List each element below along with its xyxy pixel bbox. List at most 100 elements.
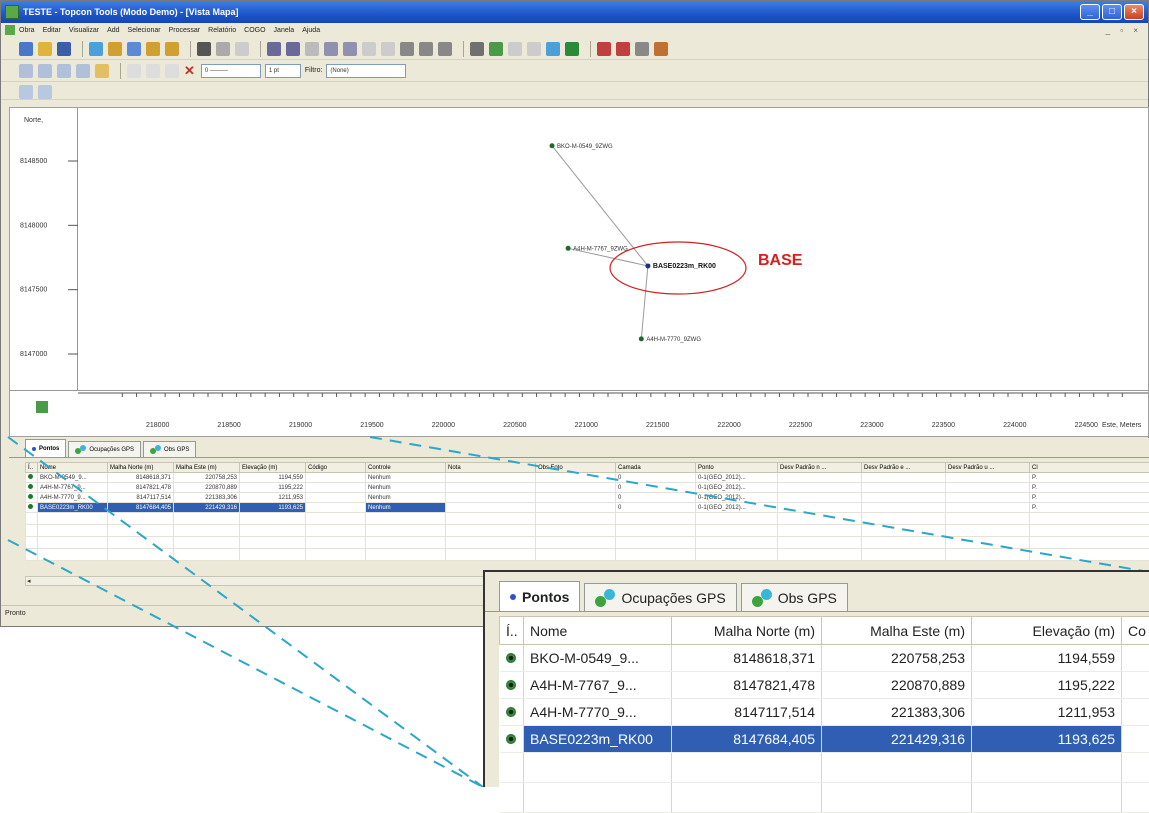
baseline-link[interactable]	[641, 266, 648, 339]
tabular-view-icon[interactable]	[508, 42, 522, 56]
cell-desv-padrao[interactable]	[862, 493, 946, 503]
select-line-icon[interactable]	[57, 64, 71, 78]
cell-este[interactable]: 221429,316	[822, 726, 972, 753]
cell-elev[interactable]: 1194,559	[240, 473, 306, 483]
column-header[interactable]: Co	[1122, 617, 1149, 645]
cell-codigo[interactable]	[1122, 726, 1149, 753]
cell-elev[interactable]: 1211,953	[240, 493, 306, 503]
undo-icon[interactable]	[216, 42, 230, 56]
column-header[interactable]: Malha Este (m)	[174, 463, 240, 473]
report-icon[interactable]	[635, 42, 649, 56]
cell-este[interactable]: 220758,253	[174, 473, 240, 483]
cell-codigo[interactable]	[1122, 672, 1149, 699]
zoom-in-icon[interactable]	[324, 42, 338, 56]
import-icon[interactable]	[89, 42, 103, 56]
cell-este[interactable]: 220870,889	[174, 483, 240, 493]
menu-add[interactable]: Add	[107, 27, 119, 34]
cell-desv-padrao[interactable]	[946, 493, 1030, 503]
column-header[interactable]: Código	[306, 463, 366, 473]
plan-view[interactable]: Norte, 8148500814800081475008147000 BKO-…	[9, 107, 1149, 437]
open-icon[interactable]	[38, 42, 52, 56]
scroll-left-arrow-icon[interactable]: ◂	[27, 577, 31, 585]
menu-obra[interactable]: Obra	[19, 27, 35, 34]
column-header[interactable]: Desv Padrão u ...	[946, 463, 1030, 473]
cell-cl[interactable]: P.	[1030, 503, 1149, 513]
cell-nota[interactable]	[446, 483, 536, 493]
cell-desv-padrao[interactable]	[862, 503, 946, 513]
table-row[interactable]: BASE0223m_RK008147684,405221429,3161193,…	[26, 503, 1149, 513]
cell-norte[interactable]: 8147684,405	[108, 503, 174, 513]
column-header[interactable]: Nome	[38, 463, 108, 473]
process-icon[interactable]	[597, 42, 611, 56]
cell-controle[interactable]: Nenhum	[366, 503, 446, 513]
cell-nome[interactable]: A4H-M-7770_9...	[524, 699, 672, 726]
survey-point[interactable]	[645, 263, 650, 268]
cell-obs_foto[interactable]	[536, 483, 616, 493]
column-header[interactable]: Desv Padrão n ...	[778, 463, 862, 473]
column-header[interactable]: Nome	[524, 617, 672, 645]
cell-codigo[interactable]	[306, 493, 366, 503]
cell-camada[interactable]: 0	[616, 473, 696, 483]
cell-nota[interactable]	[446, 503, 536, 513]
table-row[interactable]: BKO-M-0549_9...8148618,371220758,2531194…	[26, 473, 1149, 483]
cell-norte[interactable]: 8147117,514	[672, 699, 822, 726]
redo-icon[interactable]	[235, 42, 249, 56]
tab-pontos[interactable]: Pontos	[499, 581, 580, 611]
survey-point[interactable]	[639, 336, 644, 341]
occupation-view-icon[interactable]	[489, 42, 503, 56]
table-row[interactable]: A4H-M-7767_9...8147821,478220870,8891195…	[500, 672, 1149, 699]
cell-nome[interactable]: BKO-M-0549_9...	[524, 645, 672, 672]
cell-nota[interactable]	[446, 473, 536, 483]
cell-obs_foto[interactable]	[536, 493, 616, 503]
cell-desv-padrao[interactable]	[778, 493, 862, 503]
cell-ponto[interactable]: 0-1(GEO_2012)...	[696, 493, 778, 503]
cell-nota[interactable]	[446, 493, 536, 503]
menu-editar[interactable]: Editar	[43, 27, 61, 34]
download-icon[interactable]	[565, 42, 579, 56]
cell-desv-padrao[interactable]	[862, 473, 946, 483]
cell-codigo[interactable]	[1122, 699, 1149, 726]
column-header[interactable]: Controle	[366, 463, 446, 473]
menu-ajuda[interactable]: Ajuda	[302, 27, 320, 34]
arrow-tool-icon[interactable]	[19, 85, 33, 99]
cell-ponto[interactable]: 0-1(GEO_2012)...	[696, 473, 778, 483]
cell-nome[interactable]: BASE0223m_RK00	[524, 726, 672, 753]
draw-arc-icon[interactable]	[165, 64, 179, 78]
cell-controle[interactable]: Nenhum	[366, 483, 446, 493]
measure-icon[interactable]	[95, 64, 109, 78]
cell-desv-padrao[interactable]	[778, 483, 862, 493]
cell-elev[interactable]: 1193,625	[240, 503, 306, 513]
table-row[interactable]: A4H-M-7767_9...8147821,478220870,8891195…	[26, 483, 1149, 493]
tab-obs-gps[interactable]: Obs GPS	[143, 441, 196, 457]
cell-norte[interactable]: 8147684,405	[672, 726, 822, 753]
cell-desv-padrao[interactable]	[862, 483, 946, 493]
cell-este[interactable]: 220870,889	[822, 672, 972, 699]
cell-elev[interactable]: 1193,625	[972, 726, 1122, 753]
table-row[interactable]: A4H-M-7770_9...8147117,514221383,3061211…	[26, 493, 1149, 503]
cell-norte[interactable]: 8147821,478	[108, 483, 174, 493]
cell-codigo[interactable]	[306, 473, 366, 483]
select-icon[interactable]	[19, 64, 33, 78]
cell-camada[interactable]: 0	[616, 483, 696, 493]
cell-controle[interactable]: Nenhum	[366, 473, 446, 483]
menu-cogo[interactable]: COGO	[244, 27, 265, 34]
mdi-window-controls[interactable]: _ ▫ ×	[1106, 26, 1142, 35]
refresh-icon[interactable]	[438, 42, 452, 56]
cell-desv-padrao[interactable]	[778, 503, 862, 513]
cell-ponto[interactable]: 0-1(GEO_2012)...	[696, 483, 778, 493]
cell-elev[interactable]: 1194,559	[972, 645, 1122, 672]
map-svg[interactable]: BKO-M-0549_9ZWGA4H-M-7767_9ZWGA4H-M-7770…	[78, 108, 1148, 390]
line-width-select[interactable]: 1 pt	[265, 64, 301, 78]
cell-norte[interactable]: 8147821,478	[672, 672, 822, 699]
minimize-button[interactable]: _	[1080, 4, 1100, 20]
tools-icon[interactable]	[146, 42, 160, 56]
map-settings-icon[interactable]	[36, 401, 48, 413]
column-header[interactable]: Camada	[616, 463, 696, 473]
pan-icon[interactable]	[400, 42, 414, 56]
cell-norte[interactable]: 8147117,514	[108, 493, 174, 503]
cell-norte[interactable]: 8148618,371	[108, 473, 174, 483]
tab-ocupacoes-gps[interactable]: Ocupações GPS	[68, 441, 141, 457]
column-header[interactable]: Nota	[446, 463, 536, 473]
adjust-icon[interactable]	[616, 42, 630, 56]
print-icon[interactable]	[197, 42, 211, 56]
